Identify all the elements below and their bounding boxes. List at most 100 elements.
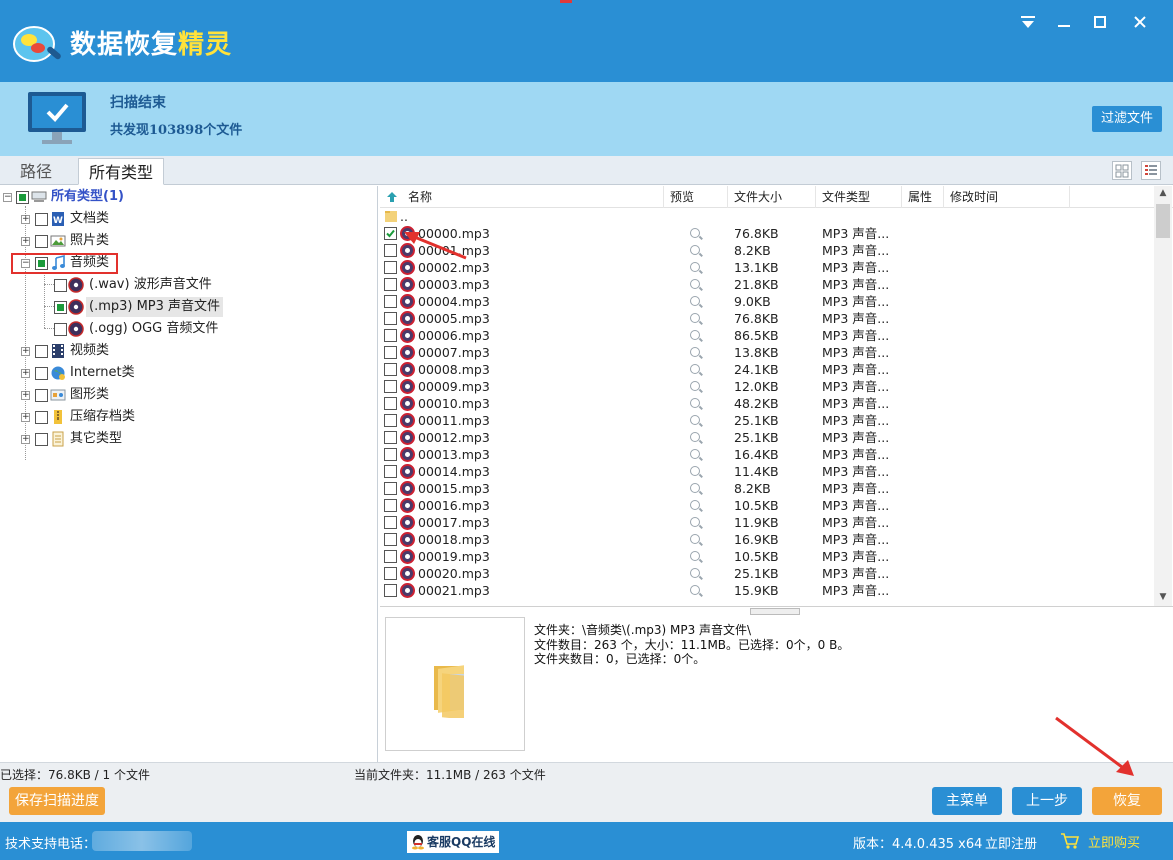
- file-checkbox[interactable]: [384, 499, 397, 512]
- tree-item-documents[interactable]: + W 文档类: [0, 209, 200, 229]
- file-checkbox[interactable]: [384, 465, 397, 478]
- column-header-size[interactable]: 文件大小: [728, 186, 816, 208]
- file-row[interactable]: 00000.mp3 76.8KB MP3 声音...: [380, 225, 1153, 242]
- save-scan-progress-button[interactable]: 保存扫描进度: [9, 787, 105, 815]
- tree-item-wav[interactable]: (.wav) 波形声音文件: [0, 275, 240, 295]
- buy-now-link[interactable]: 立即购买: [1088, 832, 1140, 851]
- expand-icon[interactable]: +: [21, 347, 30, 356]
- file-row[interactable]: 00017.mp3 11.9KB MP3 声音...: [380, 514, 1153, 531]
- preview-magnifier-icon[interactable]: [690, 500, 700, 510]
- file-checkbox[interactable]: [384, 244, 397, 257]
- sort-up-icon[interactable]: [386, 191, 398, 203]
- tree-item-video[interactable]: + 视频类: [0, 341, 200, 361]
- preview-magnifier-icon[interactable]: [690, 279, 700, 289]
- preview-magnifier-icon[interactable]: [690, 330, 700, 340]
- tree-checkbox[interactable]: [54, 279, 67, 292]
- column-header-name[interactable]: 名称: [380, 186, 664, 208]
- file-checkbox[interactable]: [384, 312, 397, 325]
- preview-magnifier-icon[interactable]: [690, 415, 700, 425]
- file-checkbox[interactable]: [384, 550, 397, 563]
- preview-magnifier-icon[interactable]: [690, 296, 700, 306]
- file-row[interactable]: 00018.mp3 16.9KB MP3 声音...: [380, 531, 1153, 548]
- file-row[interactable]: 00019.mp3 10.5KB MP3 声音...: [380, 548, 1153, 565]
- tree-checkbox[interactable]: [35, 433, 48, 446]
- file-row[interactable]: 00009.mp3 12.0KB MP3 声音...: [380, 378, 1153, 395]
- tree-checkbox[interactable]: [54, 301, 67, 314]
- column-header-attributes[interactable]: 属性: [902, 186, 944, 208]
- minimize-icon[interactable]: [1052, 10, 1076, 34]
- grid-view-icon[interactable]: [1112, 161, 1132, 180]
- file-checkbox[interactable]: [384, 329, 397, 342]
- recover-button[interactable]: 恢复: [1092, 787, 1162, 815]
- pane-splitter-handle[interactable]: [750, 608, 800, 615]
- file-row[interactable]: 00004.mp3 9.0KB MP3 声音...: [380, 293, 1153, 310]
- file-row[interactable]: 00015.mp3 8.2KB MP3 声音...: [380, 480, 1153, 497]
- file-row[interactable]: 00020.mp3 25.1KB MP3 声音...: [380, 565, 1153, 582]
- tree-checkbox[interactable]: [16, 191, 29, 204]
- preview-magnifier-icon[interactable]: [690, 568, 700, 578]
- tree-item-other[interactable]: + 其它类型: [0, 429, 200, 449]
- file-row[interactable]: 00021.mp3 15.9KB MP3 声音...: [380, 582, 1153, 599]
- file-row[interactable]: 00013.mp3 16.4KB MP3 声音...: [380, 446, 1153, 463]
- file-row[interactable]: 00001.mp3 8.2KB MP3 声音...: [380, 242, 1153, 259]
- tab-all-types[interactable]: 所有类型: [78, 158, 165, 185]
- preview-magnifier-icon[interactable]: [690, 585, 700, 595]
- filter-files-button[interactable]: 过滤文件: [1092, 106, 1162, 132]
- tree-checkbox[interactable]: [54, 323, 67, 336]
- menu-dropdown-icon[interactable]: [1016, 10, 1040, 34]
- preview-magnifier-icon[interactable]: [690, 398, 700, 408]
- file-checkbox[interactable]: [384, 567, 397, 580]
- tree-checkbox[interactable]: [35, 367, 48, 380]
- preview-magnifier-icon[interactable]: [690, 466, 700, 476]
- preview-magnifier-icon[interactable]: [690, 364, 700, 374]
- preview-magnifier-icon[interactable]: [690, 245, 700, 255]
- scroll-down-icon[interactable]: ▼: [1158, 592, 1168, 602]
- tree-item-mp3[interactable]: (.mp3) MP3 声音文件: [0, 297, 240, 317]
- file-checkbox[interactable]: [384, 380, 397, 393]
- tab-path[interactable]: 路径: [10, 158, 62, 185]
- preview-magnifier-icon[interactable]: [690, 551, 700, 561]
- file-row[interactable]: 00006.mp3 86.5KB MP3 声音...: [380, 327, 1153, 344]
- expand-icon[interactable]: +: [21, 435, 30, 444]
- expand-icon[interactable]: +: [21, 369, 30, 378]
- file-row[interactable]: 00011.mp3 25.1KB MP3 声音...: [380, 412, 1153, 429]
- vertical-scrollbar[interactable]: ▲ ▼: [1154, 186, 1172, 606]
- file-checkbox[interactable]: [384, 431, 397, 444]
- preview-magnifier-icon[interactable]: [690, 262, 700, 272]
- file-checkbox[interactable]: [384, 516, 397, 529]
- file-row[interactable]: 00003.mp3 21.8KB MP3 声音...: [380, 276, 1153, 293]
- tree-checkbox[interactable]: [35, 411, 48, 424]
- file-row[interactable]: 00007.mp3 13.8KB MP3 声音...: [380, 344, 1153, 361]
- file-row[interactable]: 00005.mp3 76.8KB MP3 声音...: [380, 310, 1153, 327]
- file-checkbox[interactable]: [384, 346, 397, 359]
- file-row[interactable]: 00016.mp3 10.5KB MP3 声音...: [380, 497, 1153, 514]
- column-header-preview[interactable]: 预览: [664, 186, 728, 208]
- parent-directory-row[interactable]: ..: [380, 208, 1153, 225]
- qq-support-button[interactable]: 客服QQ在线: [407, 831, 499, 853]
- scroll-up-icon[interactable]: ▲: [1158, 188, 1168, 198]
- preview-magnifier-icon[interactable]: [690, 432, 700, 442]
- expand-icon[interactable]: +: [21, 391, 30, 400]
- file-checkbox[interactable]: [384, 261, 397, 274]
- file-checkbox[interactable]: [384, 363, 397, 376]
- scrollbar-thumb[interactable]: [1156, 204, 1170, 238]
- preview-magnifier-icon[interactable]: [690, 347, 700, 357]
- expand-icon[interactable]: +: [21, 215, 30, 224]
- file-row[interactable]: 00012.mp3 25.1KB MP3 声音...: [380, 429, 1153, 446]
- tree-checkbox[interactable]: [35, 345, 48, 358]
- back-button[interactable]: 上一步: [1012, 787, 1082, 815]
- file-row[interactable]: 00002.mp3 13.1KB MP3 声音...: [380, 259, 1153, 276]
- tree-item-graphics[interactable]: + 图形类: [0, 385, 200, 405]
- expand-icon[interactable]: +: [21, 237, 30, 246]
- preview-magnifier-icon[interactable]: [690, 483, 700, 493]
- file-checkbox[interactable]: [384, 448, 397, 461]
- tree-checkbox[interactable]: [35, 235, 48, 248]
- column-header-modified[interactable]: 修改时间: [944, 186, 1070, 208]
- tree-item-ogg[interactable]: (.ogg) OGG 音频文件: [0, 319, 240, 339]
- preview-magnifier-icon[interactable]: [690, 534, 700, 544]
- preview-magnifier-icon[interactable]: [690, 313, 700, 323]
- cart-icon[interactable]: [1060, 832, 1080, 850]
- maximize-icon[interactable]: [1088, 10, 1112, 34]
- main-menu-button[interactable]: 主菜单: [932, 787, 1002, 815]
- file-row[interactable]: 00008.mp3 24.1KB MP3 声音...: [380, 361, 1153, 378]
